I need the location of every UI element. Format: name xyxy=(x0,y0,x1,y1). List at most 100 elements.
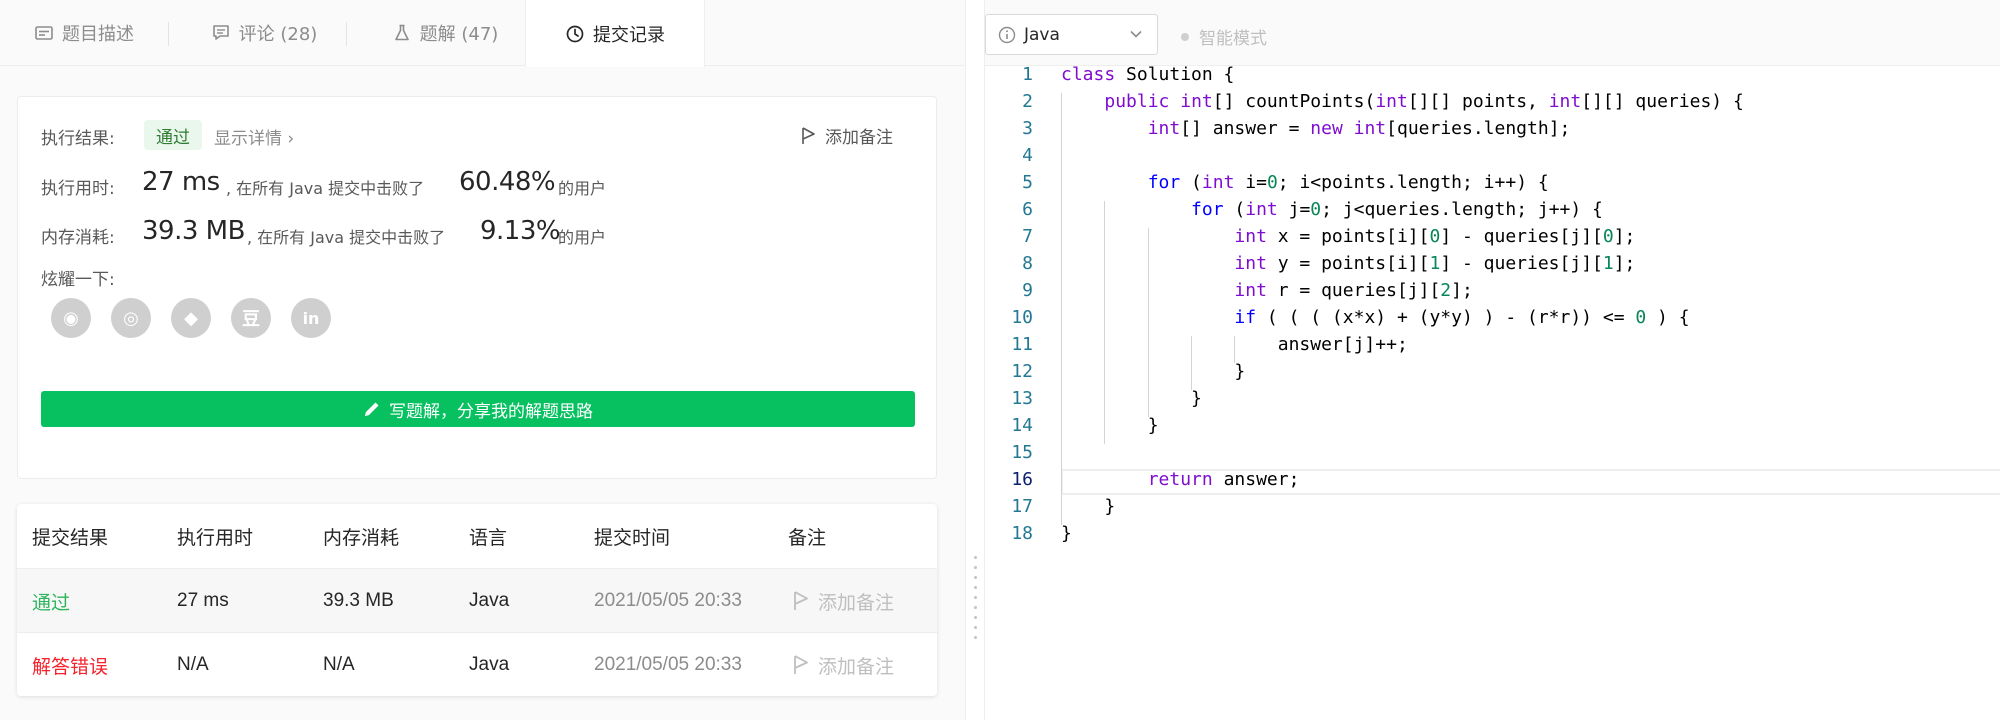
code-line[interactable]: int r = queries[j][2]; xyxy=(1061,280,1472,301)
write-solution-button[interactable]: 写题解，分享我的解题思路 xyxy=(41,391,915,427)
header-memory: 内存消耗 xyxy=(323,526,400,549)
description-icon xyxy=(35,26,53,40)
add-note-button[interactable]: 添加备注 xyxy=(793,633,894,696)
line-number: 2 xyxy=(1022,91,1033,112)
status-badge: 通过 xyxy=(144,120,202,150)
result-cell[interactable]: 解答错误 xyxy=(32,633,108,696)
runtime-cell: 27 ms xyxy=(177,590,229,611)
editor-toolbar: Java 智能模式 xyxy=(985,0,2000,66)
weibo-icon[interactable]: ◎ xyxy=(111,298,151,338)
tab-solutions[interactable]: 题解 (47) xyxy=(368,0,522,66)
language-cell: Java xyxy=(469,590,510,611)
runtime-label: 执行用时: xyxy=(41,179,115,199)
table-row[interactable]: 解答错误 N/A N/A Java 2021/05/05 20:33 添加备注 xyxy=(17,632,937,696)
header-language: 语言 xyxy=(469,526,508,549)
indent-guide xyxy=(1234,336,1236,363)
code-line[interactable]: if ( ( ( (x*x) + (y*y) ) - (r*r)) <= 0 )… xyxy=(1061,307,1689,328)
time-cell: 2021/05/05 20:33 xyxy=(594,590,742,611)
linkedin-icon[interactable]: in xyxy=(291,298,331,338)
indent-guide xyxy=(1104,201,1106,444)
tab-bar: 题目描述 评论 (28) 题解 (47) 提交记录 xyxy=(0,0,965,67)
status-dot-icon xyxy=(1181,32,1189,41)
result-label: 执行结果: xyxy=(41,129,115,149)
table-row[interactable]: 通过 27 ms 39.3 MB Java 2021/05/05 20:33 添… xyxy=(17,568,937,632)
code-line[interactable]: public int[] countPoints(int[][] points,… xyxy=(1061,91,1743,112)
line-number: 17 xyxy=(1011,496,1033,517)
tab-label: 评论 (28) xyxy=(238,24,318,45)
line-number: 16 xyxy=(1011,469,1033,490)
flag-icon xyxy=(794,655,808,674)
runtime-percent: 60.48% xyxy=(459,167,556,197)
code-line[interactable]: } xyxy=(1061,388,1202,409)
line-number: 14 xyxy=(1011,415,1033,436)
smart-mode-toggle[interactable]: 智能模式 xyxy=(1181,24,1267,49)
header-note: 备注 xyxy=(788,526,827,549)
add-note-button[interactable]: 添加备注 xyxy=(801,123,893,148)
tab-label: 提交记录 xyxy=(593,24,665,46)
line-number: 4 xyxy=(1022,145,1033,166)
result-card: 执行结果: 通过 显示详情 › 添加备注 执行用时: 27 ms , 在所有 J… xyxy=(17,96,937,479)
tab-divider xyxy=(346,22,347,46)
tab-description[interactable]: 题目描述 xyxy=(0,0,168,66)
line-number: 9 xyxy=(1022,280,1033,301)
line-number: 10 xyxy=(1011,307,1033,328)
runtime-users-suffix: 的用户 xyxy=(558,179,607,198)
line-number: 11 xyxy=(1011,334,1033,355)
tab-label: 题解 (47) xyxy=(419,24,499,45)
douban-icon[interactable]: 豆 xyxy=(231,298,271,338)
flask-icon xyxy=(394,24,409,41)
code-line[interactable]: } xyxy=(1061,496,1115,517)
flag-icon xyxy=(794,591,808,610)
line-number: 3 xyxy=(1022,118,1033,139)
tab-comments[interactable]: 评论 (28) xyxy=(182,0,346,66)
submissions-table: 提交结果 执行用时 内存消耗 语言 提交时间 备注 通过 27 ms 39.3 … xyxy=(17,504,937,696)
chevron-down-icon xyxy=(1130,30,1142,38)
code-editor-panel: Java 智能模式 1 class Solution { 2 public int[… xyxy=(984,0,2000,720)
code-line[interactable]: for (int j=0; j<queries.length; j++) { xyxy=(1061,199,1603,220)
add-note-button[interactable]: 添加备注 xyxy=(793,569,894,633)
result-cell[interactable]: 通过 xyxy=(32,569,70,633)
code-line[interactable]: } xyxy=(1061,415,1159,436)
line-number: 5 xyxy=(1022,172,1033,193)
line-number: 12 xyxy=(1011,361,1033,382)
memory-cell: 39.3 MB xyxy=(323,590,394,611)
memory-cell: N/A xyxy=(323,654,355,675)
memory-beat-text: , 在所有 Java 提交中击败了 xyxy=(247,228,446,247)
table-header: 提交结果 执行用时 内存消耗 语言 提交时间 备注 xyxy=(17,504,937,568)
code-line[interactable]: class Solution { xyxy=(1061,64,1234,85)
header-time: 提交时间 xyxy=(594,526,671,549)
note-label: 添加备注 xyxy=(818,592,895,614)
drag-handle-icon[interactable] xyxy=(974,556,978,639)
line-number: 8 xyxy=(1022,253,1033,274)
write-solution-label: 写题解，分享我的解题思路 xyxy=(389,401,593,422)
submission-panel: 题目描述 评论 (28) 题解 (47) 提交记录 执行结果: 通过 显示详情 … xyxy=(0,0,965,720)
code-line[interactable]: return answer; xyxy=(1061,469,1300,490)
runtime-value: 27 ms xyxy=(142,167,220,197)
tab-submissions[interactable]: 提交记录 xyxy=(525,0,705,67)
line-number: 15 xyxy=(1011,442,1033,463)
runtime-beat-text: , 在所有 Java 提交中击败了 xyxy=(226,179,425,198)
indent-guide xyxy=(1147,228,1149,417)
code-line[interactable]: } xyxy=(1061,523,1072,544)
code-line[interactable]: int[] answer = new int[queries.length]; xyxy=(1061,118,1571,139)
pencil-icon xyxy=(365,402,379,416)
tab-label: 题目描述 xyxy=(62,24,134,45)
time-cell: 2021/05/05 20:33 xyxy=(594,654,742,675)
language-select[interactable]: Java xyxy=(985,14,1158,55)
wechat-icon[interactable]: ◉ xyxy=(51,298,91,338)
flag-icon xyxy=(802,126,815,144)
memory-value: 39.3 MB xyxy=(142,216,245,246)
header-runtime: 执行用时 xyxy=(177,526,254,549)
info-icon xyxy=(998,26,1016,43)
line-number: 1 xyxy=(1022,64,1033,85)
runtime-cell: N/A xyxy=(177,654,209,675)
memory-users-suffix: 的用户 xyxy=(558,228,607,247)
code-line[interactable]: for (int i=0; i<points.length; i++) { xyxy=(1061,172,1549,193)
code-area[interactable]: 1 class Solution { 2 public int[] countPoi… xyxy=(985,64,2000,664)
code-line[interactable]: } xyxy=(1061,361,1245,382)
show-details-link[interactable]: 显示详情 › xyxy=(214,124,294,149)
add-note-label: 添加备注 xyxy=(825,128,893,148)
smart-mode-label: 智能模式 xyxy=(1199,29,1267,49)
indent-guide xyxy=(1191,336,1193,390)
qq-icon[interactable]: ◆ xyxy=(171,298,211,338)
